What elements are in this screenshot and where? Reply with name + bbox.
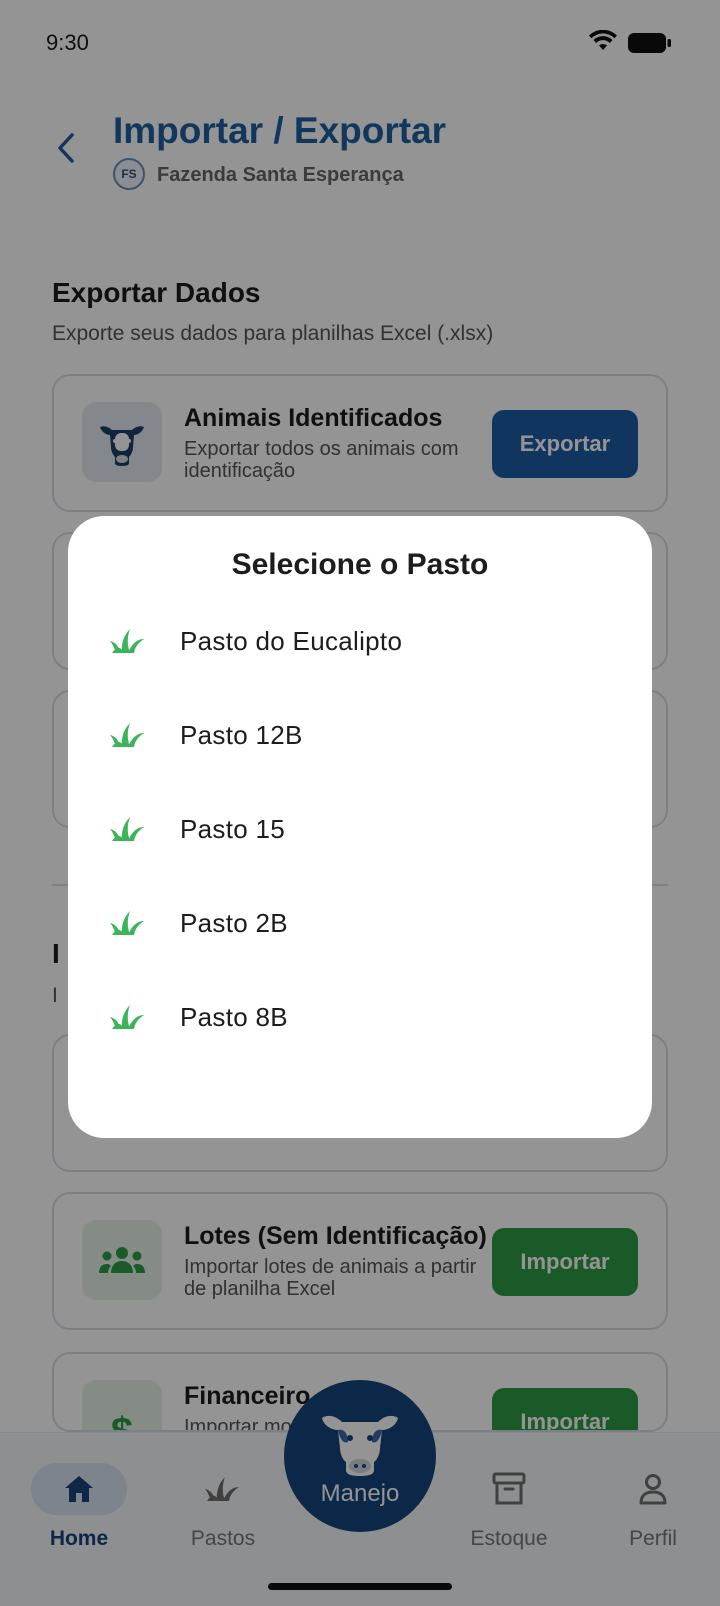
select-pasture-dialog: Selecione o Pasto Pasto do Eucalipto Pas… — [68, 516, 652, 1138]
pasture-option[interactable]: Pasto 12B — [68, 688, 652, 782]
pasture-label: Pasto 12B — [180, 719, 303, 750]
pasture-label: Pasto 15 — [180, 813, 286, 844]
grass-icon — [108, 715, 148, 755]
pasture-label: Pasto 8B — [180, 1001, 288, 1032]
grass-icon — [108, 903, 148, 943]
grass-icon — [108, 621, 148, 661]
pasture-label: Pasto do Eucalipto — [180, 625, 403, 656]
grass-icon — [108, 997, 148, 1037]
grass-icon — [108, 809, 148, 849]
pasture-option[interactable]: Pasto 8B — [68, 970, 652, 1064]
dialog-title: Selecione o Pasto — [231, 548, 489, 581]
pasture-option[interactable]: Pasto 2B — [68, 876, 652, 970]
pasture-option[interactable]: Pasto 15 — [68, 782, 652, 876]
pasture-label: Pasto 2B — [180, 907, 288, 938]
pasture-option[interactable]: Pasto do Eucalipto — [68, 594, 652, 688]
pasture-list: Pasto do Eucalipto Pasto 12B Pasto 15 Pa… — [68, 594, 652, 1064]
